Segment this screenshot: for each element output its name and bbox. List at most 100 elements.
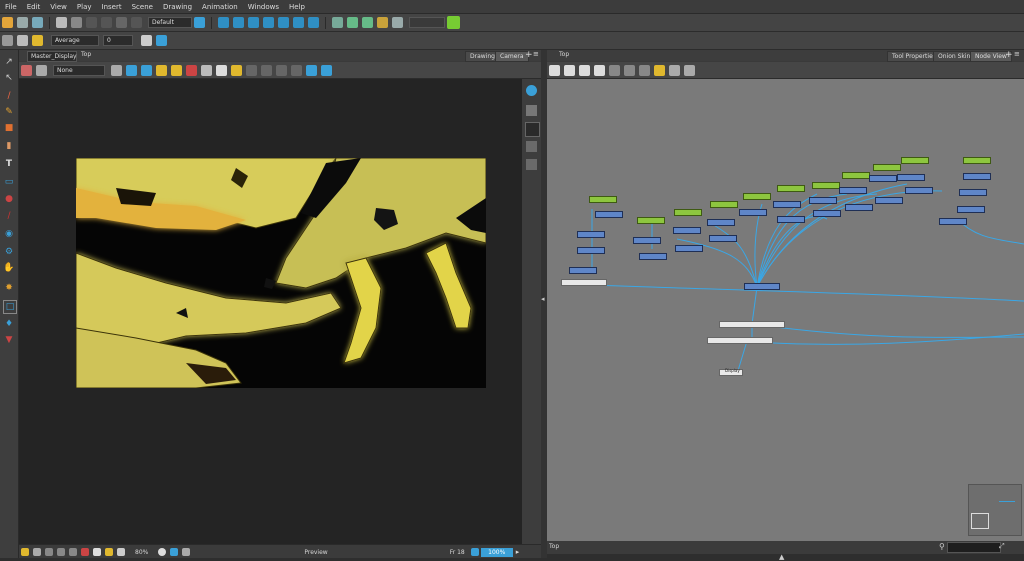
node-composite[interactable] bbox=[719, 321, 785, 328]
zoom-arrow-icon[interactable]: ▸ bbox=[516, 548, 520, 556]
safe-area-icon[interactable] bbox=[126, 64, 137, 76]
node-peg[interactable] bbox=[577, 247, 605, 254]
menu-view[interactable]: View bbox=[45, 3, 72, 11]
none-select[interactable]: None bbox=[53, 64, 105, 76]
eraser-tool-icon[interactable]: ▮ bbox=[3, 140, 15, 152]
node-panel-menu-icon[interactable]: ≡ bbox=[1014, 50, 1020, 58]
curve-icon[interactable] bbox=[2, 35, 13, 46]
text-tool-icon[interactable]: T bbox=[3, 158, 15, 170]
save-drawing-icon[interactable] bbox=[32, 35, 43, 46]
scene-drawing[interactable] bbox=[76, 158, 486, 388]
node-drawing[interactable] bbox=[901, 157, 929, 164]
node-peg[interactable] bbox=[963, 173, 991, 180]
node-peg[interactable] bbox=[809, 197, 837, 204]
node-composite[interactable] bbox=[707, 337, 773, 344]
node-peg[interactable] bbox=[839, 187, 867, 194]
node-drawing[interactable] bbox=[674, 209, 702, 216]
node-peg[interactable] bbox=[675, 245, 703, 252]
camera-breadcrumb[interactable]: Top bbox=[81, 51, 91, 58]
node-drawing[interactable] bbox=[873, 164, 901, 171]
expand-icon[interactable]: ⤢ bbox=[999, 542, 1005, 551]
node-peg[interactable] bbox=[957, 206, 985, 213]
settings-gear-icon[interactable] bbox=[141, 35, 152, 46]
deform-icon[interactable] bbox=[218, 17, 229, 28]
mask-icon[interactable] bbox=[45, 548, 53, 556]
node-breadcrumb[interactable]: Top bbox=[559, 51, 569, 58]
field-chart-icon[interactable] bbox=[141, 64, 152, 76]
rigging-tool-icon[interactable]: ✸ bbox=[3, 282, 15, 294]
expand-bottom-arrow-icon[interactable]: ▲ bbox=[779, 553, 784, 561]
transform-tool-icon[interactable]: □ bbox=[3, 300, 17, 314]
node-peg[interactable] bbox=[709, 235, 737, 242]
zoom-percent[interactable]: 100% bbox=[480, 547, 513, 557]
zoom-level[interactable]: 80% bbox=[135, 549, 148, 556]
delete-icon[interactable] bbox=[131, 17, 142, 28]
render-icon[interactable] bbox=[170, 548, 179, 556]
color-swatch-field[interactable] bbox=[409, 17, 445, 28]
hand-tool-icon[interactable]: ✋ bbox=[3, 262, 15, 274]
node-peg[interactable] bbox=[577, 231, 605, 238]
stamp-tool-icon[interactable]: ▼ bbox=[3, 334, 15, 346]
lock-status-icon[interactable] bbox=[69, 548, 77, 556]
dropper-tool-icon[interactable]: ∕ bbox=[3, 210, 15, 222]
stack-icon[interactable] bbox=[526, 159, 537, 170]
node-library-icon[interactable] bbox=[654, 64, 665, 76]
node-graph[interactable]: Display bbox=[547, 79, 1024, 541]
morph-tool-icon[interactable]: ♦ bbox=[3, 318, 15, 330]
panel-menu-icon[interactable]: ≡ bbox=[533, 50, 539, 58]
paint-bucket-icon[interactable]: ● bbox=[3, 193, 15, 205]
tab-camera[interactable]: Camera bbox=[495, 51, 529, 62]
navigator-viewport[interactable] bbox=[971, 513, 989, 529]
node-peg[interactable] bbox=[939, 218, 967, 225]
node-drawing[interactable] bbox=[812, 182, 840, 189]
node-peg[interactable] bbox=[739, 209, 767, 216]
composite-icon[interactable] bbox=[594, 64, 605, 76]
pen-icon[interactable] bbox=[201, 64, 212, 76]
3d-view-icon[interactable] bbox=[525, 122, 540, 137]
offset-icon[interactable] bbox=[392, 17, 403, 28]
node-drawing[interactable] bbox=[842, 172, 870, 179]
zoom-icon[interactable] bbox=[470, 548, 479, 556]
smooth-icon[interactable] bbox=[17, 35, 28, 46]
brush-value-field[interactable]: 0 bbox=[103, 35, 133, 46]
cloud-icon[interactable] bbox=[246, 64, 257, 76]
save-icon[interactable] bbox=[17, 17, 28, 28]
mirror-icon[interactable] bbox=[308, 17, 319, 28]
node-display[interactable]: Display bbox=[719, 368, 743, 376]
node-peg[interactable] bbox=[875, 197, 903, 204]
node-peg[interactable] bbox=[897, 174, 925, 181]
node-drawing[interactable] bbox=[777, 185, 805, 192]
open-folder-icon[interactable] bbox=[2, 17, 13, 28]
node-peg[interactable] bbox=[569, 267, 597, 274]
add-view-icon[interactable]: + bbox=[525, 50, 533, 60]
flip-icon[interactable] bbox=[117, 548, 125, 556]
enable-icon[interactable] bbox=[669, 64, 680, 76]
workspace-icon[interactable] bbox=[194, 17, 205, 28]
node-peg[interactable] bbox=[773, 201, 801, 208]
node-peg[interactable] bbox=[869, 175, 897, 182]
node-drawing[interactable] bbox=[743, 193, 771, 200]
node-drawing[interactable] bbox=[710, 201, 738, 208]
rotate-icon[interactable] bbox=[248, 17, 259, 28]
brush-preset-icon[interactable] bbox=[447, 16, 460, 29]
envelope-icon[interactable] bbox=[377, 17, 388, 28]
bulb-status-icon[interactable] bbox=[21, 548, 29, 556]
pivot-icon[interactable] bbox=[233, 17, 244, 28]
add-node-view-icon[interactable]: + bbox=[1005, 50, 1013, 60]
scale-icon[interactable] bbox=[278, 17, 289, 28]
record-icon[interactable] bbox=[81, 548, 89, 556]
menu-insert[interactable]: Insert bbox=[97, 3, 127, 11]
paint-tool-icon[interactable]: ■ bbox=[3, 122, 15, 134]
brush-tool-icon[interactable]: ∕ bbox=[3, 90, 15, 102]
brush-mode-select[interactable]: Average bbox=[51, 35, 99, 46]
lock-icon[interactable] bbox=[156, 64, 167, 76]
light-icon[interactable] bbox=[216, 64, 227, 76]
pivot-tool-icon[interactable]: ◉ bbox=[3, 228, 15, 240]
node-peg[interactable] bbox=[959, 189, 987, 196]
menu-windows[interactable]: Windows bbox=[243, 3, 284, 11]
copy-icon[interactable] bbox=[101, 17, 112, 28]
menu-help[interactable]: Help bbox=[284, 3, 310, 11]
reset-icon[interactable] bbox=[158, 548, 167, 556]
preview-node-icon[interactable] bbox=[684, 64, 695, 76]
menu-play[interactable]: Play bbox=[72, 3, 97, 11]
